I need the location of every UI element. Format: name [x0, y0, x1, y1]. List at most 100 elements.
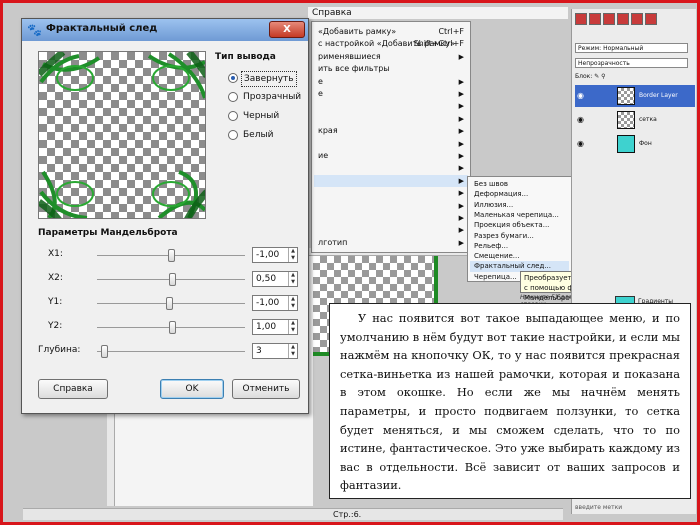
menubar: Справка	[308, 7, 568, 19]
menu-item[interactable]: края ▶	[314, 125, 468, 137]
submenu-arrow-icon: ▶	[458, 238, 464, 247]
param-value: -1,00	[256, 298, 280, 308]
eye-icon[interactable]: ◉	[577, 91, 584, 100]
param-slider-track[interactable]	[97, 351, 245, 352]
submenu-arrow-icon: ▶	[458, 164, 464, 173]
menu-item-shortcut: Shift+Ctrl+F	[413, 39, 464, 49]
output-type-title: Тип вывода	[215, 52, 276, 62]
menu-item[interactable]: ▶	[314, 162, 468, 174]
caption-text: У нас появится вот такое выпадающее меню…	[340, 311, 680, 493]
param-spinbox[interactable]: -1,00 ▲ ▼	[252, 295, 298, 311]
radio-label: Черный	[243, 111, 280, 121]
mode-select[interactable]: Режим: Нормальный	[575, 43, 688, 53]
param-slider-handle[interactable]	[166, 297, 174, 310]
param-slider-handle[interactable]	[168, 321, 176, 334]
close-button[interactable]: X	[269, 21, 305, 38]
spin-arrows-icon[interactable]: ▲ ▼	[288, 272, 297, 286]
submenu-arrow-icon: ▶	[458, 52, 464, 61]
spin-arrows-icon[interactable]: ▲ ▼	[288, 296, 297, 310]
panel-toolbar	[575, 13, 693, 33]
tag-input[interactable]: введите метки	[575, 504, 622, 511]
param-spinbox[interactable]: -1,00 ▲ ▼	[252, 247, 298, 263]
chain-lock-icon[interactable]: ⚲	[601, 73, 605, 80]
fractal-preview-svg	[39, 52, 205, 218]
eye-icon[interactable]: ◉	[577, 139, 584, 148]
panel-tool-icon[interactable]	[645, 13, 657, 25]
menu-item[interactable]: ие ▶	[314, 150, 468, 162]
fractal-trace-dialog: 🐾 Фрактальный след X Тип вывода Завернут…	[21, 18, 309, 414]
menu-item[interactable]: ▶	[314, 138, 468, 150]
menu-item[interactable]: лготип ▶	[314, 237, 468, 249]
output-radio[interactable]: Черный	[228, 109, 306, 123]
mode-label: Режим:	[578, 45, 602, 52]
menu-item[interactable]: рименявшиеся ▶	[314, 51, 468, 63]
output-radio[interactable]: Белый	[228, 128, 306, 142]
param-slider-handle[interactable]	[168, 273, 176, 286]
menu-item[interactable]: с настройкой «Добавить рамку» Shift+Ctrl+…	[314, 38, 468, 50]
filters-menu: «Добавить рамку» Ctrl+F с настройкой «Доба…	[311, 21, 471, 253]
panel-tool-icon[interactable]	[617, 13, 629, 25]
param-value: -1,00	[256, 250, 280, 260]
menu-item[interactable]: ▶	[314, 187, 468, 199]
param-label: Глубина:	[38, 345, 81, 355]
submenu-arrow-icon: ▶	[458, 152, 464, 160]
panel-tool-icon[interactable]	[603, 13, 615, 25]
submenu-arrow-icon: ▶	[458, 201, 464, 210]
layer-row[interactable]: ◉ Фон	[575, 133, 695, 155]
param-spinbox[interactable]: 0,50 ▲ ▼	[252, 271, 298, 287]
menu-item[interactable]: ▶	[314, 174, 468, 187]
spin-arrows-icon[interactable]: ▲ ▼	[288, 320, 297, 334]
menu-item[interactable]: ▶	[314, 100, 468, 112]
status-text: Стр.:6.	[333, 510, 362, 519]
explanation-caption: У нас появится вот такое выпадающее меню…	[329, 303, 691, 499]
mandelbrot-params-title: Параметры Мандельброта	[38, 228, 178, 238]
param-spinbox[interactable]: 3 ▲ ▼	[252, 343, 298, 359]
menu-item[interactable]: е ▶	[314, 76, 468, 88]
dialog-title: Фрактальный след	[46, 23, 158, 34]
param-value: 3	[256, 346, 262, 356]
panel-tool-icon[interactable]	[589, 13, 601, 25]
ok-button[interactable]: OK	[160, 379, 224, 399]
layer-row[interactable]: ◉ Border Layer	[575, 85, 695, 107]
help-button[interactable]: Справка	[38, 379, 108, 399]
submenu-arrow-icon: ▶	[458, 226, 464, 235]
menu-item-label: «Добавить рамку»	[318, 27, 397, 36]
param-spinbox[interactable]: 1,00 ▲ ▼	[252, 319, 298, 335]
green-ring	[56, 181, 94, 207]
submenu-arrow-icon: ▶	[458, 127, 464, 136]
mode-value: Нормальный	[603, 45, 644, 52]
layer-thumbnail	[617, 111, 635, 129]
submenu-arrow-icon: ▶	[458, 102, 464, 111]
menu-item[interactable]: ▶	[314, 224, 468, 236]
panel-tool-icon[interactable]	[575, 13, 587, 25]
menu-item[interactable]: ить все фильтры	[314, 63, 468, 75]
menu-item[interactable]: е ▶	[314, 88, 468, 100]
cancel-button[interactable]: Отменить	[232, 379, 300, 399]
layer-row[interactable]: ◉ сетка	[575, 109, 695, 131]
menu-item[interactable]: ▶	[314, 113, 468, 125]
brush-lock-icon[interactable]: ✎	[594, 73, 599, 80]
menu-item-label: рименявшиеся	[318, 51, 381, 61]
radio-dot-icon	[228, 73, 238, 83]
param-slider-handle[interactable]	[167, 249, 175, 262]
menu-item-label: края	[318, 126, 338, 136]
param-slider-handle[interactable]	[101, 345, 109, 358]
submenu-arrow-icon: ▶	[458, 214, 464, 222]
menu-help[interactable]: Справка	[312, 8, 352, 18]
spin-arrows-icon[interactable]: ▲ ▼	[288, 248, 297, 262]
layer-thumbnail	[617, 87, 635, 105]
gimp-workspace: Справка Стр.:6. «Добавить рамку» Ctrl+F с …	[3, 3, 697, 522]
spin-arrows-icon[interactable]: ▲ ▼	[288, 344, 297, 358]
layer-thumbnail	[617, 135, 635, 153]
menu-item-label: ие	[318, 151, 329, 160]
gimp-logo-icon: 🐾	[27, 23, 42, 37]
menu-item[interactable]: ▶	[314, 200, 468, 212]
output-radio[interactable]: Прозрачный	[228, 90, 306, 104]
menu-item[interactable]: «Добавить рамку» Ctrl+F	[314, 26, 468, 38]
output-radio[interactable]: Завернуть	[228, 71, 306, 87]
menu-item[interactable]: ▶	[314, 212, 468, 224]
opacity-field[interactable]: Непрозрачность	[575, 58, 688, 68]
panel-tool-icon[interactable]	[631, 13, 643, 25]
eye-icon[interactable]: ◉	[577, 115, 584, 124]
lock-row: Блок: ✎ ⚲	[575, 73, 695, 80]
